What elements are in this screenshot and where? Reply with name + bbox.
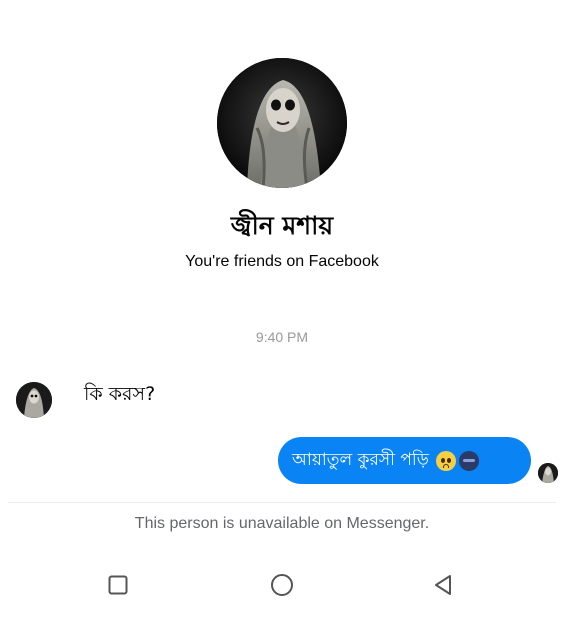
profile-name[interactable]: জ্বীন মশায় [0,206,564,249]
ghost-portrait-mini [538,463,558,483]
message-timestamp: 9:40 PM [255,329,309,345]
ghost-portrait-image [217,58,347,188]
divider [8,502,556,503]
worried-face-emoji [435,450,456,471]
friends-note: You're friends on Facebook [185,253,379,270]
ghost-portrait-thumbnail [16,382,52,418]
incoming-message[interactable]: কি করস? [84,380,155,412]
sender-avatar[interactable] [16,382,52,418]
profile-avatar[interactable] [217,58,347,188]
outgoing-message-text: আয়াতুল কুরসী পড়ি [292,449,429,470]
seen-indicator-avatar [538,463,558,483]
unavailable-notice: This person is unavailable on Messenger. [134,515,430,532]
home-icon[interactable] [269,572,295,598]
back-icon[interactable] [430,572,456,598]
outgoing-message-bubble[interactable]: আয়াতুল কুরসী পড়ি [278,437,531,484]
recent-apps-icon[interactable] [105,572,131,598]
dark-face-emoji [458,450,479,471]
